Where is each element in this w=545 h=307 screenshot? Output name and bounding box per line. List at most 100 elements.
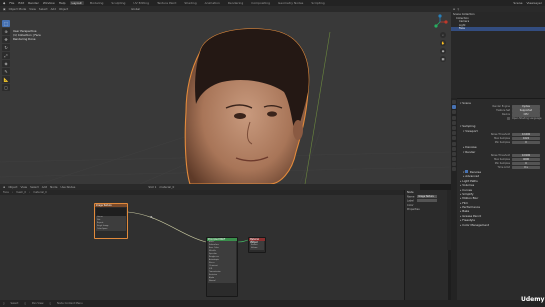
tool-tab-icon[interactable]: [452, 100, 456, 104]
3d-viewport[interactable]: User Perspective (1) Collection | Face R…: [0, 12, 451, 184]
tab-texture-paint[interactable]: Texture Paint: [155, 1, 178, 5]
principled-bsdf-node[interactable]: Principled BSDF BSDF Subsurface Base Col…: [206, 237, 238, 297]
menu-view[interactable]: View: [29, 7, 36, 11]
node-socket-row[interactable]: Normal: [208, 280, 236, 283]
rotate-icon[interactable]: ↻: [2, 44, 10, 51]
tab-modeling[interactable]: Modeling: [88, 1, 106, 5]
navigation-gizmo[interactable]: [432, 14, 448, 30]
breadcrumb-separator: ›: [29, 191, 31, 194]
select-box-icon[interactable]: ⬚: [2, 20, 10, 27]
osl-row: Open Shading Language: [460, 117, 542, 121]
node-name-field[interactable]: Image Texture: [417, 195, 438, 199]
menu-select[interactable]: Select: [39, 7, 48, 11]
render-tab-icon[interactable]: [452, 105, 456, 110]
scene-tab-icon[interactable]: [452, 120, 456, 125]
properties-tabs: [451, 98, 457, 300]
breadcrumb-object: Face: [3, 191, 9, 194]
tab-animation[interactable]: Animation: [203, 1, 222, 5]
denoise-checkbox[interactable]: [465, 170, 468, 173]
data-tab-icon[interactable]: [452, 157, 456, 162]
blender-logo-icon[interactable]: ◆: [3, 1, 5, 5]
editor-type-icon[interactable]: ▣: [3, 7, 6, 11]
grid-icon[interactable]: ▦: [440, 56, 446, 62]
vp-noise-field[interactable]: 0.1000: [512, 133, 540, 137]
object-tab-icon[interactable]: [452, 131, 456, 136]
tab-sculpting[interactable]: Sculpting: [109, 1, 127, 5]
status-select: Select: [10, 302, 19, 305]
transform-icon[interactable]: ◈: [2, 60, 10, 67]
texture-tab-icon[interactable]: [452, 167, 456, 172]
menu-add[interactable]: Add: [51, 7, 56, 11]
mode-dropdown[interactable]: Object Mode: [9, 7, 27, 11]
ne-menu-view[interactable]: View: [20, 185, 27, 189]
node-label-field[interactable]: [416, 199, 437, 203]
osl-checkbox[interactable]: [507, 117, 510, 121]
output-tab-icon[interactable]: [452, 110, 456, 115]
material-selector[interactable]: material_0: [159, 185, 174, 189]
menu-file[interactable]: File: [9, 1, 14, 5]
view-layer-selector[interactable]: ViewLayer: [527, 1, 545, 5]
menu-help[interactable]: Help: [59, 1, 66, 5]
tab-compositing[interactable]: Compositing: [249, 1, 272, 5]
shader-type-dropdown[interactable]: Object: [8, 185, 17, 189]
r-min-field[interactable]: 0: [512, 161, 540, 166]
outliner-item-face[interactable]: Face: [451, 27, 545, 31]
node-field[interactable]: Color Space: [96, 227, 126, 231]
scale-icon[interactable]: ⤢: [2, 52, 10, 59]
add-cube-icon[interactable]: ▢: [2, 84, 10, 91]
scene-selector[interactable]: Scene: [513, 1, 522, 5]
node-editor-type-icon[interactable]: ⊞: [3, 185, 5, 189]
tab-geometry-nodes[interactable]: Geometry Nodes: [276, 1, 305, 5]
ne-menu-select[interactable]: Select: [30, 185, 39, 189]
render-engine-dropdown[interactable]: Cycles: [512, 105, 540, 109]
ne-menu-add[interactable]: Add: [42, 185, 47, 189]
use-nodes-checkbox[interactable]: Use Nodes: [60, 185, 75, 189]
menu-object[interactable]: Object: [59, 7, 68, 11]
vp-max-field[interactable]: 1024: [512, 137, 540, 141]
section-color-management[interactable]: Color Management: [460, 223, 542, 227]
view-layer-tab-icon[interactable]: [452, 115, 456, 120]
zoom-icon[interactable]: ⌕: [440, 32, 446, 38]
tab-scripting[interactable]: Scripting: [309, 1, 326, 5]
camera-icon[interactable]: ◉: [440, 48, 446, 54]
r-max-field[interactable]: 4096: [512, 157, 540, 162]
status-bar: ▯ Select ▯ Pan View ▯ Node Context Menu: [0, 300, 545, 307]
tab-uv-editing[interactable]: UV Editing: [131, 1, 151, 5]
menu-edit[interactable]: Edit: [18, 1, 24, 5]
transform-orientation[interactable]: Global: [131, 7, 140, 11]
menu-render[interactable]: Render: [28, 1, 39, 5]
menu-window[interactable]: Window: [43, 1, 55, 5]
particles-tab-icon[interactable]: [452, 141, 456, 146]
node-label-label: Label: [407, 199, 414, 203]
outliner-type-icon[interactable]: ☰: [453, 8, 455, 11]
material-slot-dropdown[interactable]: Slot 1: [148, 185, 156, 189]
ne-menu-node[interactable]: Node: [50, 185, 57, 189]
image-texture-node[interactable]: Image Texture Linear Flat Repeat Single …: [94, 203, 128, 239]
tab-layout[interactable]: Layout: [69, 1, 84, 5]
world-tab-icon[interactable]: [452, 125, 456, 130]
outliner-filter-icon[interactable]: ⚲: [457, 8, 459, 11]
material-tab-icon[interactable]: [452, 162, 456, 167]
time-limit-field[interactable]: 0 s: [512, 165, 540, 170]
outliner[interactable]: Scene Collection Collection Camera Light…: [451, 12, 545, 98]
annotate-icon[interactable]: ✎: [2, 68, 10, 75]
node-socket-row[interactable]: Volume: [250, 247, 264, 250]
modifier-tab-icon[interactable]: [452, 136, 456, 141]
physics-tab-icon[interactable]: [452, 146, 456, 151]
measure-icon[interactable]: 📐: [2, 76, 10, 83]
node-properties-section[interactable]: Properties: [407, 208, 446, 212]
tab-shading[interactable]: Shading: [182, 1, 198, 5]
shader-node-editor[interactable]: Image Texture Linear Flat Repeat Single …: [0, 195, 404, 300]
constraints-tab-icon[interactable]: [452, 151, 456, 156]
device-dropdown[interactable]: CPU: [512, 113, 540, 117]
vp-min-field[interactable]: 0: [512, 141, 540, 145]
view-nav-buttons: ⌕ ✋ ◉ ▦: [440, 32, 446, 62]
face-mesh[interactable]: [184, 28, 310, 184]
pan-icon[interactable]: ✋: [440, 40, 446, 46]
move-icon[interactable]: ✥: [2, 36, 10, 43]
cursor-icon[interactable]: ⊕: [2, 28, 10, 35]
r-noise-field[interactable]: 0.0100: [512, 153, 540, 158]
material-output-node[interactable]: Material Output All Surface Volume: [248, 237, 266, 253]
feature-set-dropdown[interactable]: Supported: [512, 109, 540, 113]
tab-rendering[interactable]: Rendering: [226, 1, 245, 5]
